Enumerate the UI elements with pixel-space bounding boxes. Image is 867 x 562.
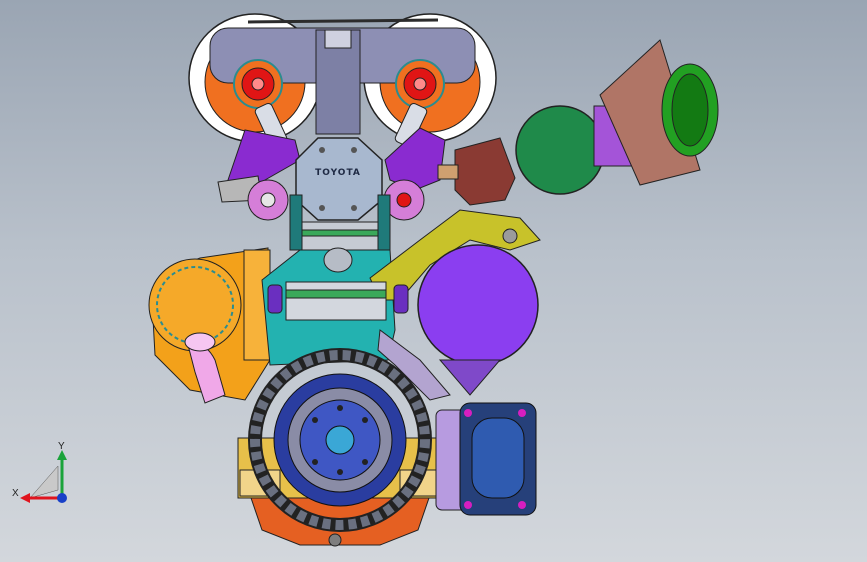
view-plane-icon (29, 465, 59, 499)
intake-manifold[interactable] (437, 137, 516, 206)
emblem-text: TOYOTA (315, 168, 361, 178)
x-axis-label: X (12, 488, 19, 499)
flywheel[interactable] (248, 348, 432, 532)
z-axis-icon (57, 493, 67, 503)
alternator[interactable] (417, 244, 539, 396)
axis-triad: Y X (12, 441, 67, 503)
cad-viewport[interactable]: TOYOTA (0, 0, 867, 562)
timing-cover-emblem[interactable]: TOYOTA (295, 137, 383, 221)
cam-sprocket-right[interactable] (395, 59, 445, 109)
y-axis-label: Y (58, 441, 65, 452)
cam-sprocket-left[interactable] (233, 59, 283, 109)
starter-motor[interactable] (435, 402, 537, 516)
